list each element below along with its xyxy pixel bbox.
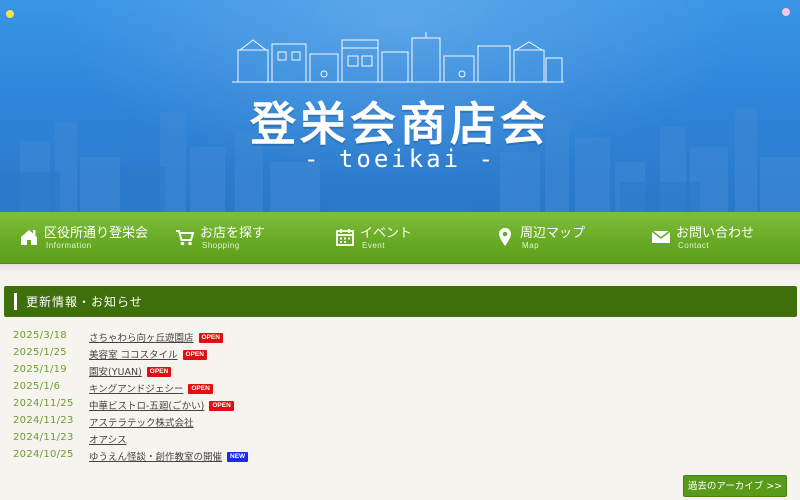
news-section-heading: 更新情報・お知らせ xyxy=(4,286,797,317)
nav-item-information[interactable]: 区役所通り登栄会 Information xyxy=(4,212,162,264)
nav-sublabel: Shopping xyxy=(202,241,240,250)
open-badge: OPEN xyxy=(188,384,213,394)
decor-dot xyxy=(782,8,790,16)
nav-sublabel: Event xyxy=(362,241,385,250)
nav-item-map[interactable]: 周辺マップ Map xyxy=(480,212,638,264)
news-title-text: ゆうえん怪談・創作教室の開催 xyxy=(89,452,223,463)
news-title-link[interactable]: キングアンドジェシー OPEN xyxy=(89,381,213,395)
news-date: 2024/11/23 xyxy=(13,415,74,426)
news-title-link[interactable]: アステラテック株式会社 xyxy=(89,415,194,429)
nav-shadow xyxy=(0,264,800,272)
news-title-text: 美容室 ココスタイル xyxy=(89,350,178,361)
news-date: 2024/11/23 xyxy=(13,432,74,443)
news-title-text: さちゃわら向ヶ丘遊園店 xyxy=(89,333,194,344)
news-title-link[interactable]: 美容室 ココスタイル OPEN xyxy=(89,347,207,361)
decor-dot xyxy=(6,10,14,18)
news-title-link[interactable]: さちゃわら向ヶ丘遊園店 OPEN xyxy=(89,330,223,344)
news-title-link[interactable]: オアシス xyxy=(89,432,127,446)
nav-label: お店を探す xyxy=(200,226,266,241)
shopping-street-sketch xyxy=(232,32,564,83)
news-title-text: 園安(YUAN) xyxy=(89,367,142,378)
calendar-icon xyxy=(336,229,354,246)
site-logo-subtitle: - toeikai - xyxy=(304,145,496,173)
open-badge: OPEN xyxy=(198,333,223,343)
news-date: 2024/11/25 xyxy=(13,398,74,409)
news-item: 2024/11/23 オアシス xyxy=(0,429,800,446)
nav-sublabel: Information xyxy=(46,241,92,250)
nav-label: イベント xyxy=(360,226,413,241)
cart-icon xyxy=(176,230,195,246)
news-title-text: キングアンドジェシー xyxy=(89,384,184,395)
news-date: 2024/10/25 xyxy=(13,449,74,460)
archive-button[interactable]: 過去のアーカイブ >> xyxy=(683,475,787,497)
main-navigation: 区役所通り登栄会 Information お店を探す Shopping イベント… xyxy=(0,212,800,264)
news-item: 2025/1/19 園安(YUAN) OPEN xyxy=(0,361,800,378)
nav-item-shopping[interactable]: お店を探す Shopping xyxy=(160,212,318,264)
news-item: 2024/11/25 中華ビストロ-五廻(ごかい) OPEN xyxy=(0,395,800,412)
news-title-link[interactable]: ゆうえん怪談・創作教室の開催 NEW xyxy=(89,449,249,463)
site-header: 登栄会商店会 - toeikai - xyxy=(0,0,800,212)
news-item: 2024/11/23 アステラテック株式会社 xyxy=(0,412,800,429)
news-item: 2025/1/25 美容室 ココスタイル OPEN xyxy=(0,344,800,361)
news-date: 2025/1/25 xyxy=(13,347,67,358)
news-title-link[interactable]: 園安(YUAN) OPEN xyxy=(89,364,172,378)
news-date: 2025/1/6 xyxy=(13,381,61,392)
mail-icon xyxy=(651,230,671,243)
open-badge: OPEN xyxy=(146,367,172,377)
nav-item-contact[interactable]: お問い合わせ Contact xyxy=(636,212,794,264)
nav-label: 周辺マップ xyxy=(520,226,586,241)
heading-accent-bar xyxy=(14,293,17,310)
nav-sublabel: Contact xyxy=(678,241,710,250)
news-title-text: オアシス xyxy=(89,435,127,446)
map-pin-icon xyxy=(499,228,511,246)
news-date: 2025/3/18 xyxy=(13,330,67,341)
news-title-text: 中華ビストロ-五廻(ごかい) xyxy=(89,401,205,412)
home-icon xyxy=(21,230,37,245)
news-list: 2025/3/18 さちゃわら向ヶ丘遊園店 OPEN 2025/1/25 美容室 ココス… xyxy=(0,327,800,463)
news-item: 2025/1/6 キングアンドジェシー OPEN xyxy=(0,378,800,395)
nav-label: 区役所通り登栄会 xyxy=(44,226,149,241)
news-item: 2024/10/25 ゆうえん怪談・創作教室の開催 NEW xyxy=(0,446,800,463)
news-heading-title: 更新情報・お知らせ xyxy=(26,295,143,309)
open-badge: OPEN xyxy=(182,350,207,360)
news-date: 2025/1/19 xyxy=(13,364,67,375)
nav-item-event[interactable]: イベント Event xyxy=(320,212,478,264)
news-item: 2025/3/18 さちゃわら向ヶ丘遊園店 OPEN xyxy=(0,327,800,344)
new-badge: NEW xyxy=(227,452,249,462)
nav-label: お問い合わせ xyxy=(676,226,755,241)
nav-sublabel: Map xyxy=(522,241,540,250)
news-title-text: アステラテック株式会社 xyxy=(89,418,194,429)
news-title-link[interactable]: 中華ビストロ-五廻(ごかい) OPEN xyxy=(89,398,234,412)
open-badge: OPEN xyxy=(209,401,234,411)
